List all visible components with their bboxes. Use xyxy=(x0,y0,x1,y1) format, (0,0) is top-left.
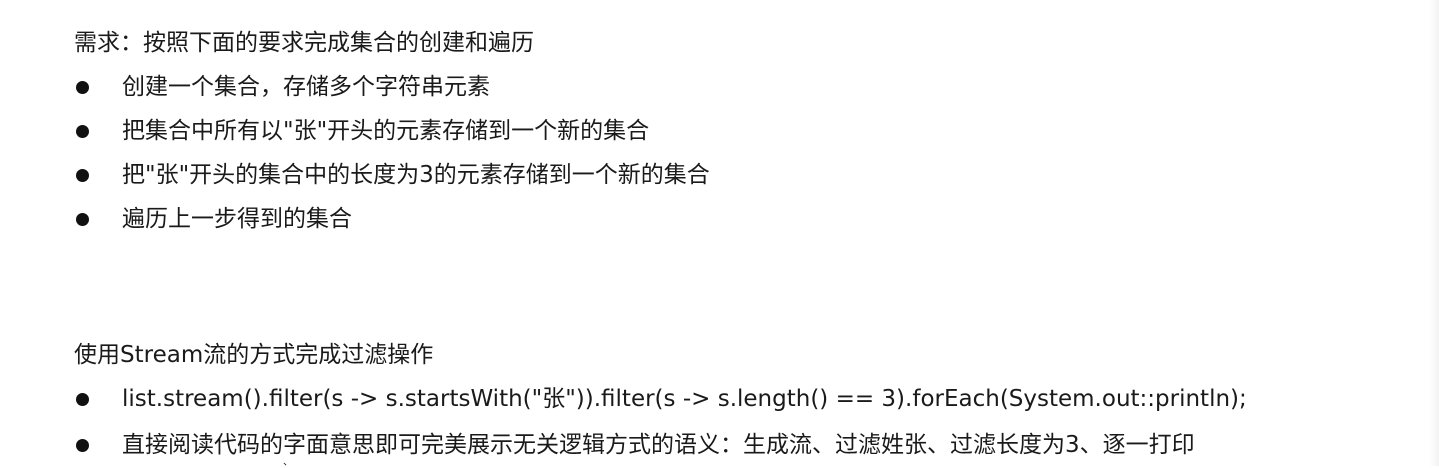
list-item: 创建一个集合，存储多个字符串元素 xyxy=(74,72,490,102)
bullet-icon xyxy=(76,438,89,452)
list-item: 把集合中所有以"张"开头的元素存储到一个新的集合 xyxy=(74,116,649,146)
cut-off-glyph: 、 xyxy=(283,457,293,468)
list-item: 把"张"开头的集合中的长度为3的元素存储到一个新的集合 xyxy=(74,160,710,190)
bullet-icon xyxy=(76,212,89,226)
requirements-heading: 需求：按照下面的要求完成集合的创建和遍历 xyxy=(74,30,534,56)
bullet-icon xyxy=(76,392,89,406)
slide: 需求：按照下面的要求完成集合的创建和遍历 创建一个集合，存储多个字符串元素 把集… xyxy=(0,0,1439,468)
list-item-text: 把"张"开头的集合中的长度为3的元素存储到一个新的集合 xyxy=(122,162,710,188)
bullet-icon xyxy=(76,168,89,182)
bullet-icon xyxy=(76,124,89,138)
list-item: list.stream().filter(s -> s.startsWith("… xyxy=(74,384,1247,414)
page-edge xyxy=(1429,0,1439,466)
stream-heading: 使用Stream流的方式完成过滤操作 xyxy=(74,342,434,368)
code-line: list.stream().filter(s -> s.startsWith("… xyxy=(122,386,1247,412)
list-item-text: 把集合中所有以"张"开头的元素存储到一个新的集合 xyxy=(122,118,650,144)
list-item-text: 遍历上一步得到的集合 xyxy=(122,206,352,232)
list-item: 遍历上一步得到的集合 xyxy=(74,204,352,234)
list-item-text: 创建一个集合，存储多个字符串元素 xyxy=(122,74,490,100)
list-item: 直接阅读代码的字面意思即可完美展示无关逻辑方式的语义：生成流、过滤姓张、过滤长度… xyxy=(74,430,1195,460)
bullet-icon xyxy=(76,80,89,94)
list-item-text: 直接阅读代码的字面意思即可完美展示无关逻辑方式的语义：生成流、过滤姓张、过滤长度… xyxy=(122,432,1195,458)
